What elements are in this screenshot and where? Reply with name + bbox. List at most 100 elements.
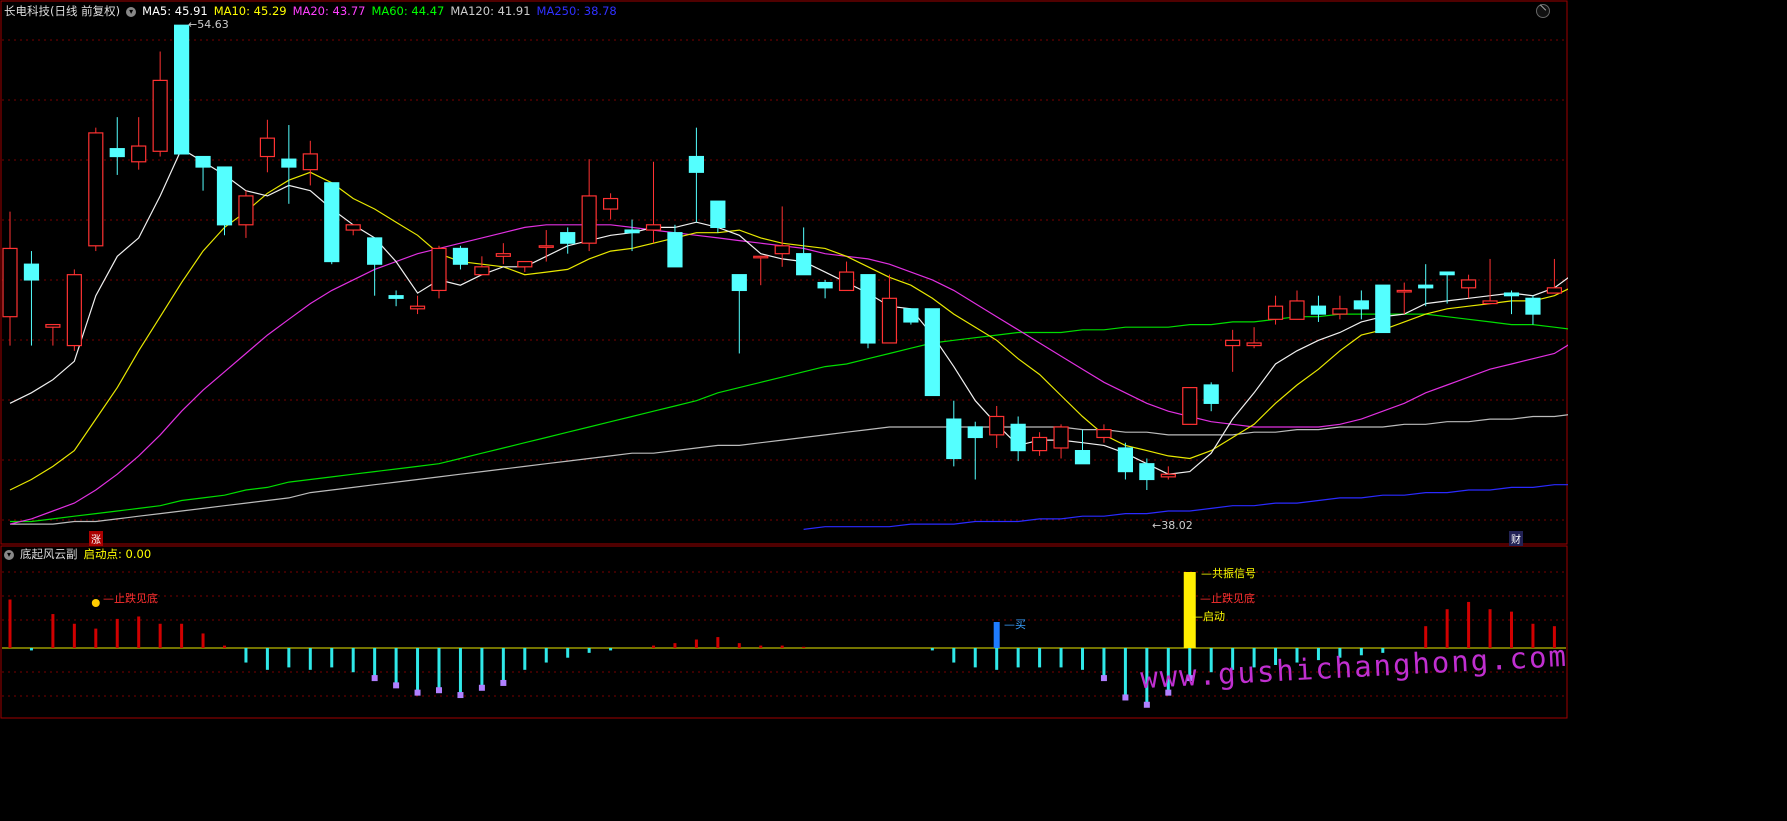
osc-bar-down bbox=[287, 648, 291, 668]
candle-up bbox=[238, 195, 254, 226]
osc-dot bbox=[371, 675, 378, 682]
candle-down bbox=[667, 232, 683, 268]
candle-up bbox=[1096, 429, 1112, 439]
candle-down bbox=[1418, 284, 1434, 289]
candle-up bbox=[1246, 342, 1262, 347]
candle-down bbox=[731, 274, 747, 292]
candle-down bbox=[796, 253, 812, 276]
resonance-signal: —共振信号 bbox=[1201, 567, 1256, 580]
chart-canvas[interactable] bbox=[0, 0, 1568, 720]
candle-down bbox=[688, 155, 705, 173]
osc-bar-down bbox=[330, 648, 334, 668]
osc-bar-up bbox=[180, 623, 184, 648]
candle-up bbox=[1332, 308, 1348, 315]
candle-up bbox=[1225, 339, 1241, 347]
osc-bar-up bbox=[759, 645, 763, 648]
ma-label-5: MA250: 38.78 bbox=[536, 4, 617, 18]
candle-down bbox=[388, 295, 404, 299]
osc-bar-down bbox=[952, 648, 956, 663]
candle-down bbox=[1117, 447, 1134, 473]
osc-bar-up bbox=[158, 623, 162, 648]
candle-down bbox=[324, 182, 340, 263]
candle-up bbox=[302, 153, 318, 171]
window-toggle-icon[interactable] bbox=[1536, 4, 1550, 18]
ma60-line bbox=[10, 313, 1568, 523]
candle-up bbox=[259, 137, 275, 158]
candle-down bbox=[1525, 297, 1541, 315]
candle-up bbox=[409, 305, 426, 310]
candle-down bbox=[1139, 463, 1155, 481]
candle-up bbox=[881, 297, 898, 344]
candle-up bbox=[1482, 300, 1498, 305]
osc-bar-up bbox=[694, 639, 698, 648]
osc-bar-up bbox=[1424, 626, 1428, 648]
buy-bar bbox=[993, 622, 1000, 648]
stop-fall-signal-2: —止跌见底 bbox=[1200, 592, 1255, 605]
settings-circle-icon[interactable]: ▾ bbox=[126, 6, 137, 17]
candle-down bbox=[1010, 423, 1026, 452]
candle-down bbox=[1375, 284, 1391, 334]
candle-up bbox=[1396, 289, 1412, 293]
candle-down bbox=[452, 247, 469, 265]
candle-down bbox=[967, 426, 983, 439]
sub-settings-icon[interactable]: ▾ bbox=[4, 549, 14, 560]
candle-down bbox=[560, 232, 576, 244]
candle-up bbox=[345, 224, 361, 231]
osc-bar-down bbox=[609, 648, 613, 651]
candle-down bbox=[946, 418, 962, 460]
candle-down bbox=[924, 308, 940, 397]
candle-down bbox=[216, 166, 233, 226]
candle-down bbox=[195, 155, 211, 168]
candle-up bbox=[645, 224, 662, 231]
osc-bar-down bbox=[1059, 648, 1063, 668]
osc-bar-down bbox=[1016, 648, 1020, 668]
osc-bar-down bbox=[265, 648, 269, 670]
indicator-value: 启动点: 0.00 bbox=[83, 547, 152, 561]
candle-up bbox=[88, 132, 104, 247]
candle-down bbox=[860, 274, 876, 344]
ma-legend: MA5: 45.91 MA10: 45.29 MA20: 43.77 MA60: 44… bbox=[142, 4, 623, 18]
osc-bar-down bbox=[930, 648, 934, 651]
candle-up bbox=[517, 260, 533, 268]
candle-up bbox=[1289, 300, 1305, 320]
candle-up bbox=[1182, 386, 1198, 425]
candle-down bbox=[367, 237, 383, 265]
osc-bar-up bbox=[137, 616, 141, 648]
candle-up bbox=[474, 266, 490, 276]
osc-dot bbox=[457, 692, 464, 699]
candle-up bbox=[989, 415, 1005, 436]
osc-bar-up bbox=[1445, 609, 1449, 648]
osc-bar-down bbox=[373, 648, 377, 678]
candle-down bbox=[1203, 384, 1219, 404]
osc-bar-up bbox=[673, 643, 677, 648]
osc-bar-down bbox=[29, 648, 33, 651]
candle-up bbox=[838, 271, 855, 292]
osc-bar-up bbox=[201, 633, 205, 648]
candle-down bbox=[1503, 292, 1520, 297]
osc-bar-down bbox=[244, 648, 248, 663]
candle-up bbox=[2, 247, 18, 318]
high-marker: ←54.63 bbox=[188, 18, 229, 31]
osc-bar-up bbox=[780, 645, 784, 648]
candle-down bbox=[1310, 305, 1327, 315]
candle-down bbox=[1439, 271, 1455, 276]
osc-bar-up bbox=[223, 645, 226, 648]
candle-up bbox=[774, 245, 790, 255]
osc-bar-down bbox=[1102, 648, 1106, 678]
osc-bar-down bbox=[416, 648, 420, 692]
candle-up bbox=[431, 247, 447, 292]
stop-fall-signal-1: —止跌见底 bbox=[103, 592, 158, 605]
osc-bar-down bbox=[1081, 648, 1084, 670]
ma20-line bbox=[9, 224, 1568, 525]
buy-signal: —买 bbox=[1004, 618, 1026, 631]
candle-up bbox=[753, 255, 769, 259]
candle-down bbox=[710, 200, 726, 229]
ma-label-0: MA5: 45.91 bbox=[142, 4, 208, 18]
candle-up bbox=[1546, 287, 1563, 294]
osc-dot bbox=[414, 689, 421, 696]
candle-up bbox=[1031, 436, 1048, 452]
candle-down bbox=[817, 281, 833, 289]
candle-down bbox=[1353, 300, 1369, 310]
ma-label-2: MA20: 43.77 bbox=[292, 4, 366, 18]
osc-dot bbox=[1143, 701, 1150, 708]
